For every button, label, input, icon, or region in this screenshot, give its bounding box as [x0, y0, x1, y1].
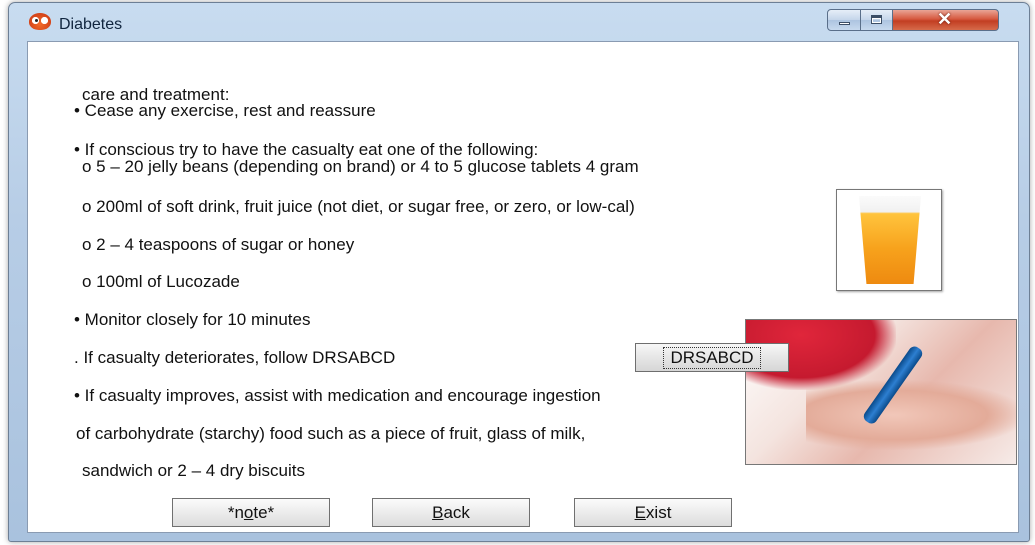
close-icon: ✕	[937, 9, 953, 29]
bullet-monitor: • Monitor closely for 10 minutes	[74, 310, 311, 329]
drsabcd-button[interactable]: DRSABCD	[635, 343, 789, 372]
note-button[interactable]: *n o te*	[172, 498, 330, 527]
carbohydrate-text: of carbohydrate (starchy) food such as a…	[76, 424, 586, 443]
back-button[interactable]: Back	[372, 498, 530, 527]
owl-app-icon[interactable]	[29, 13, 51, 30]
drsabcd-button-label: DRSABCD	[663, 346, 761, 369]
dialog-window: Diabetes ✕ care and treatment: • Cease a…	[8, 2, 1030, 542]
bullet-improves: • If casualty improves, assist with medi…	[74, 386, 601, 405]
orange-juice-image	[836, 189, 942, 291]
window-title: Diabetes	[59, 16, 123, 33]
option-lucozade: o 100ml of Lucozade	[82, 272, 240, 291]
bullet-cease-exercise: • Cease any exercise, rest and reassure	[74, 101, 376, 120]
option-jelly-beans: o 5 – 20 jelly beans (depending on brand…	[82, 157, 639, 176]
sandwich-text: sandwich or 2 – 4 dry biscuits	[82, 461, 305, 480]
title-bar[interactable]: Diabetes ✕	[9, 3, 1029, 37]
maximize-button[interactable]	[861, 9, 893, 31]
minimize-icon	[839, 22, 850, 25]
close-button[interactable]: ✕	[893, 9, 999, 31]
maximize-icon	[871, 15, 882, 24]
bullet-deteriorates: . If casualty deteriorates, follow DRSAB…	[74, 348, 396, 367]
juice-glass-icon	[859, 196, 921, 284]
option-soft-drink: o 200ml of soft drink, fruit juice (not …	[82, 197, 635, 216]
minimize-button[interactable]	[827, 9, 861, 31]
glucose-test-image	[745, 319, 1017, 465]
exist-button[interactable]: Exist	[574, 498, 732, 527]
option-sugar-honey: o 2 – 4 teaspoons of sugar or honey	[82, 235, 355, 254]
